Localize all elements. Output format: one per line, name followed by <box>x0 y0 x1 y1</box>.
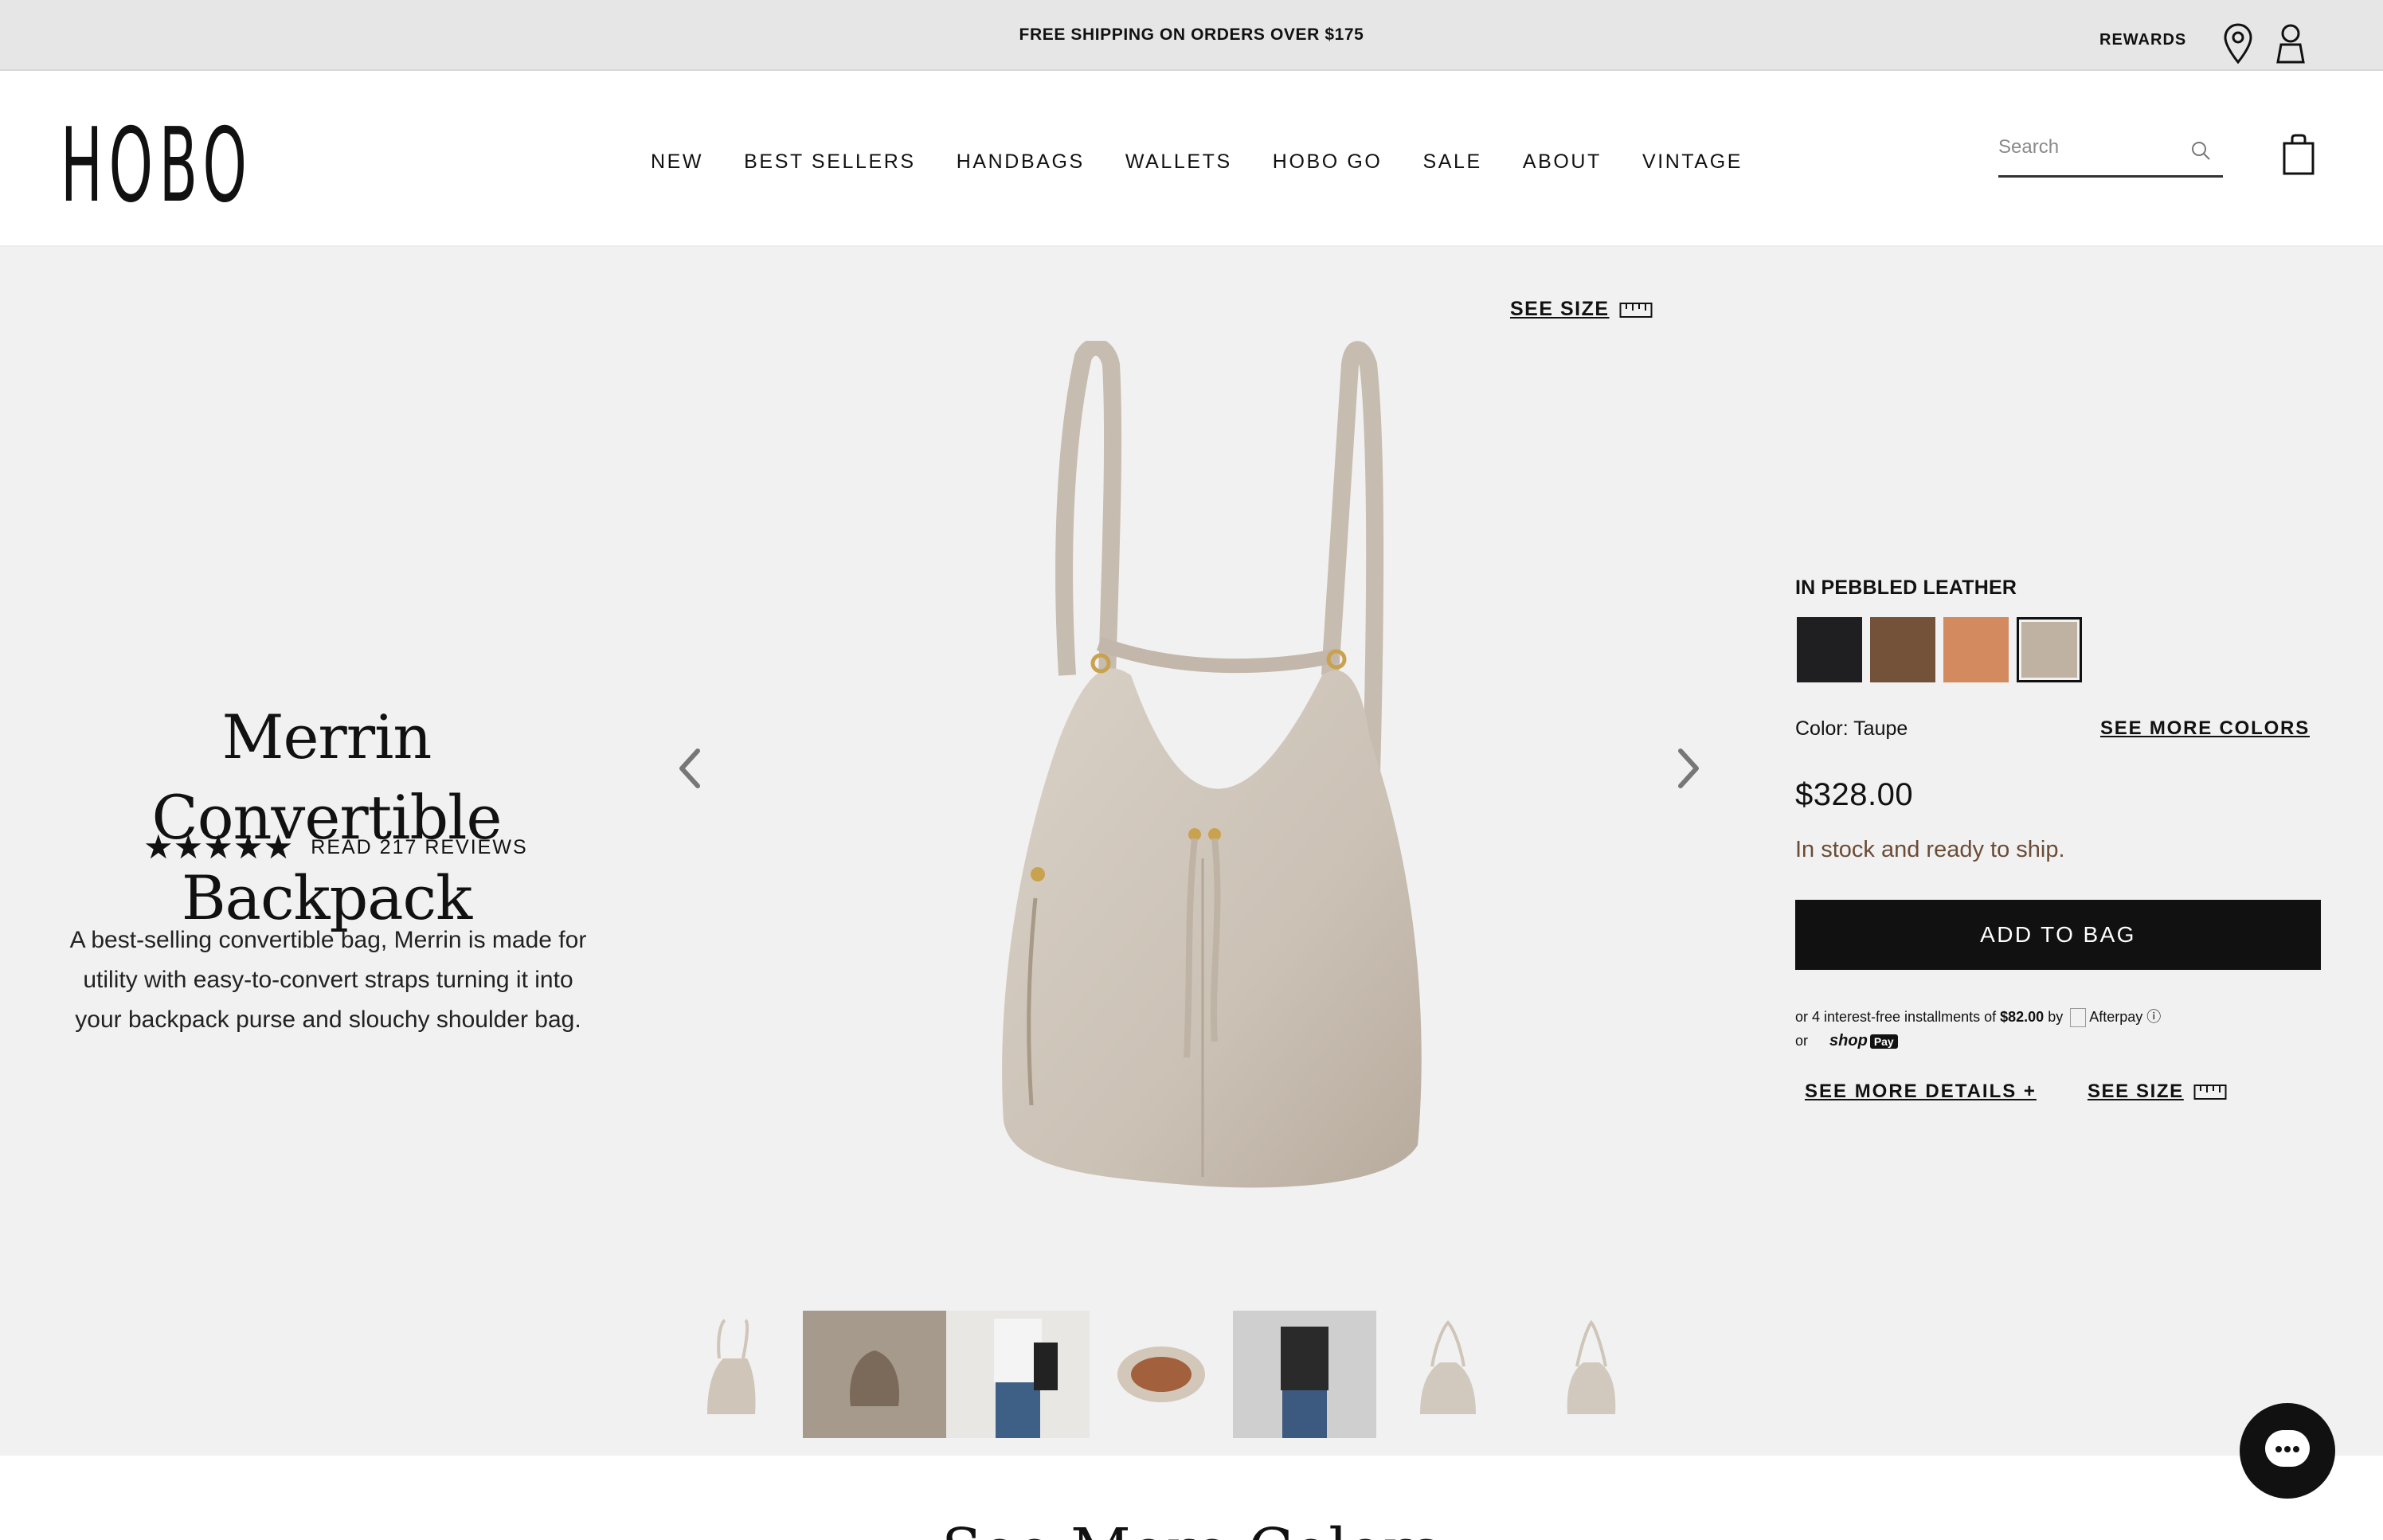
nav-hobo-go[interactable]: HOBO GO <box>1273 150 1383 174</box>
rewards-link[interactable]: REWARDS <box>2099 31 2186 49</box>
afterpay-alt-text: Afterpay <box>2089 1009 2143 1025</box>
nav-sale[interactable]: SALE <box>1422 150 1481 174</box>
swatch-taupe[interactable] <box>2017 617 2082 682</box>
thumbnail-3[interactable] <box>946 1311 1090 1438</box>
afterpay-logo-icon <box>2070 1008 2087 1028</box>
main-nav: NEW BEST SELLERS HANDBAGS WALLETS HOBO G… <box>651 150 1783 174</box>
installments-by: by <box>2048 1009 2064 1025</box>
nav-vintage[interactable]: VINTAGE <box>1642 150 1743 174</box>
site-header: HOBO NEW BEST SELLERS HANDBAGS WALLETS H… <box>0 71 2383 247</box>
swatch-brown[interactable] <box>1870 617 1935 682</box>
or-label: or <box>1795 1033 1809 1049</box>
installments-prefix: or 4 interest-free installments of <box>1795 1009 1997 1025</box>
info-icon[interactable]: ⓘ <box>2146 1009 2161 1025</box>
thumbnail-strip <box>659 1311 1663 1438</box>
star-rating-icon: ★★★★★ <box>143 828 294 866</box>
color-row: Color: Taupe SEE MORE COLORS <box>1795 717 2310 741</box>
ruler-icon <box>1619 302 1653 318</box>
see-size-label-2: SEE SIZE <box>2087 1081 2184 1102</box>
free-shipping-promo: FREE SHIPPING ON ORDERS OVER $175 <box>1019 25 1364 44</box>
see-more-details-link[interactable]: SEE MORE DETAILS + <box>1805 1081 2037 1103</box>
buy-box: IN PEBBLED LEATHER Color: Taupe SEE MORE… <box>1795 577 2321 1103</box>
add-to-bag-button[interactable]: ADD TO BAG <box>1795 900 2321 970</box>
chat-dot-icon <box>2284 1446 2291 1452</box>
next-image-arrow-icon[interactable] <box>1673 745 1704 792</box>
thumbnail-5[interactable] <box>1233 1311 1376 1438</box>
nav-best-sellers[interactable]: BEST SELLERS <box>744 150 916 174</box>
swatch-tan[interactable] <box>1943 617 2009 682</box>
read-reviews-link[interactable]: READ 217 REVIEWS <box>311 836 527 859</box>
previous-image-arrow-icon[interactable] <box>674 745 706 792</box>
stock-status: In stock and ready to ship. <box>1795 837 2065 862</box>
product-title: Merrin Convertible Backpack <box>48 697 605 938</box>
thumbnail-2[interactable] <box>803 1311 946 1438</box>
more-colors-heading: See More Colors <box>0 1516 2383 1540</box>
main-product-image <box>1002 341 1422 1188</box>
see-size-link-top[interactable]: SEE SIZE <box>1510 298 1653 321</box>
see-more-colors-link[interactable]: SEE MORE COLORS <box>2100 717 2310 741</box>
chat-button[interactable] <box>2240 1403 2335 1499</box>
rating-row: ★★★★★ READ 217 REVIEWS <box>143 831 528 864</box>
search-input[interactable] <box>1998 131 2181 163</box>
nav-new[interactable]: NEW <box>651 150 703 174</box>
location-pin-icon[interactable] <box>2222 22 2254 65</box>
hobo-logo[interactable]: HOBO <box>61 115 253 217</box>
search-icon[interactable] <box>2189 139 2212 162</box>
selected-color-label: Color: Taupe <box>1795 717 1908 740</box>
chat-dot-icon <box>2275 1446 2282 1452</box>
ruler-icon <box>2193 1085 2227 1100</box>
thumbnail-7[interactable] <box>1520 1311 1663 1438</box>
shoppay-badge: Pay <box>1869 1034 1898 1049</box>
see-size-label: SEE SIZE <box>1510 298 1610 320</box>
chat-dot-icon <box>2293 1446 2299 1452</box>
material-label: IN PEBBLED LEATHER <box>1795 577 2017 599</box>
search-box <box>1998 131 2223 178</box>
nav-wallets[interactable]: WALLETS <box>1125 150 1232 174</box>
installments-info: or 4 interest-free installments of $82.0… <box>1795 1005 2321 1053</box>
announcement-bar: FREE SHIPPING ON ORDERS OVER $175 REWARD… <box>0 0 2383 71</box>
nav-handbags[interactable]: HANDBAGS <box>957 150 1085 174</box>
installment-amount: $82.00 <box>2000 1009 2045 1025</box>
thumbnail-6[interactable] <box>1376 1311 1520 1438</box>
swatch-black[interactable] <box>1797 617 1862 682</box>
shopping-bag-icon[interactable] <box>2281 134 2316 175</box>
color-swatches <box>1797 617 2321 682</box>
product-section: Merrin Convertible Backpack ★★★★★ READ 2… <box>0 247 2383 1456</box>
product-description: A best-selling convertible bag, Merrin i… <box>69 927 587 1033</box>
account-icon[interactable] <box>2275 22 2307 65</box>
nav-about[interactable]: ABOUT <box>1523 150 1602 174</box>
price: $328.00 <box>1795 777 1914 812</box>
thumbnail-1[interactable] <box>659 1311 803 1438</box>
more-colors-section: See More Colors <box>0 1456 2383 1540</box>
shoppay-label: shop <box>1829 1032 1868 1049</box>
thumbnail-4[interactable] <box>1090 1311 1233 1438</box>
shoppay-logo-icon: shop Pay <box>1829 1029 1898 1053</box>
details-links: SEE MORE DETAILS + SEE SIZE <box>1805 1081 2321 1103</box>
see-size-link[interactable]: SEE SIZE <box>2088 1081 2227 1103</box>
